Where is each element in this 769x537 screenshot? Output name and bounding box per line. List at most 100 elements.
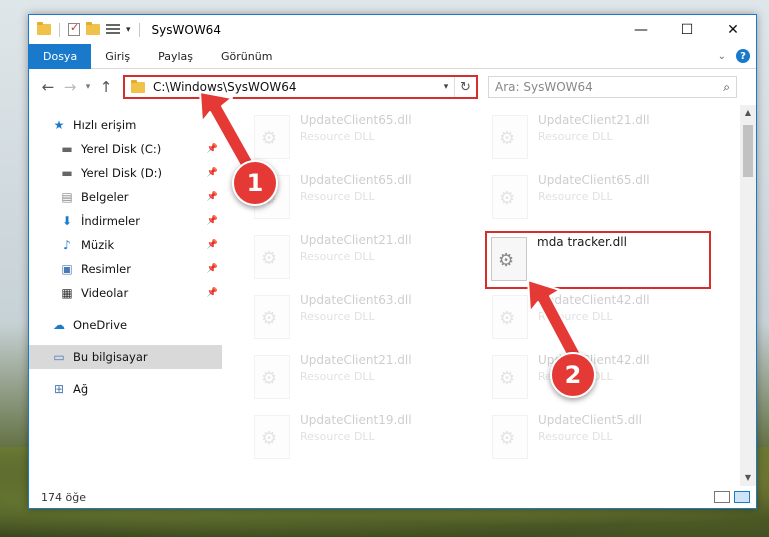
file-type: Resource DLL — [300, 370, 375, 383]
up-button[interactable]: ↑ — [95, 78, 117, 96]
large-icons-view-icon[interactable] — [734, 491, 750, 503]
sidebar-item-this-pc[interactable]: ▭ Bu bilgisayar — [29, 345, 222, 369]
back-button[interactable]: ← — [37, 78, 59, 96]
file-item[interactable]: UpdateClient65.dll Resource DLL — [250, 171, 470, 223]
file-item[interactable]: UpdateClient19.dll Resource DLL — [250, 411, 470, 463]
file-type: Resource DLL — [300, 190, 375, 203]
pin-icon[interactable]: 📌 — [207, 192, 218, 202]
sidebar-item-music[interactable]: ♪ Müzik 📌 — [29, 233, 222, 257]
chevron-down-icon[interactable]: ▾ — [438, 82, 454, 92]
chevron-down-icon[interactable]: ▾ — [126, 25, 131, 35]
file-name: UpdateClient19.dll — [300, 413, 412, 427]
help-icon[interactable]: ? — [736, 49, 750, 63]
dll-file-icon — [254, 415, 290, 459]
tab-file[interactable]: Dosya — [29, 43, 92, 69]
dll-file-icon — [492, 355, 528, 399]
drive-icon: ▬ — [61, 142, 73, 156]
properties-check-icon[interactable] — [68, 21, 80, 36]
new-folder-icon[interactable] — [86, 22, 100, 35]
scroll-up-icon[interactable]: ▲ — [740, 105, 756, 121]
file-item[interactable]: UpdateClient21.dll Resource DLL — [250, 231, 470, 283]
close-button[interactable]: ✕ — [710, 15, 756, 44]
pin-icon[interactable]: 📌 — [207, 144, 218, 154]
folder-icon — [37, 22, 51, 35]
file-item-highlighted[interactable]: mda tracker.dll — [485, 231, 711, 289]
navigation-pane: ★ Hızlı erişim ▬ Yerel Disk (C:) 📌 ▬ Yer… — [29, 105, 222, 486]
refresh-button[interactable]: ↻ — [454, 77, 476, 97]
file-type: Resource DLL — [300, 250, 375, 263]
scrollbar-thumb[interactable] — [743, 125, 753, 177]
cloud-icon: ☁ — [53, 318, 65, 332]
sidebar-item-local-disk-d[interactable]: ▬ Yerel Disk (D:) 📌 — [29, 161, 222, 185]
customize-icon[interactable] — [106, 23, 120, 36]
search-input[interactable]: Ara: SysWOW64 ⌕ — [488, 76, 737, 98]
step-marker-2: 2 — [550, 352, 596, 398]
file-item[interactable]: UpdateClient21.dll Resource DLL — [250, 351, 470, 403]
tab-view[interactable]: Görünüm — [207, 44, 286, 69]
file-type: Resource DLL — [538, 430, 613, 443]
address-path[interactable]: C:\Windows\SysWOW64 — [153, 80, 438, 94]
forward-button[interactable]: → — [59, 78, 81, 96]
dll-file-icon — [254, 235, 290, 279]
sidebar-item-quick-access[interactable]: ★ Hızlı erişim — [29, 113, 222, 137]
file-name: UpdateClient65.dll — [300, 113, 412, 127]
file-name: mda tracker.dll — [537, 235, 627, 249]
pin-icon[interactable]: 📌 — [207, 168, 218, 178]
sidebar-item-local-disk-c[interactable]: ▬ Yerel Disk (C:) 📌 — [29, 137, 222, 161]
file-name: UpdateClient63.dll — [300, 293, 412, 307]
sidebar-item-videos[interactable]: ▦ Videolar 📌 — [29, 281, 222, 305]
sidebar-item-label: Müzik — [81, 238, 115, 252]
file-item[interactable]: UpdateClient42.dllResource DLL — [488, 351, 708, 403]
star-icon: ★ — [53, 118, 65, 132]
dll-file-icon — [492, 295, 528, 339]
minimize-button[interactable]: — — [618, 15, 664, 44]
quick-access-toolbar: ▾ — [29, 21, 142, 37]
file-name: UpdateClient65.dll — [538, 173, 650, 187]
file-type: Resource DLL — [538, 130, 613, 143]
expand-ribbon-icon[interactable]: ⌄ — [718, 51, 726, 62]
status-bar: 174 öğe — [29, 486, 756, 508]
file-type: Resource DLL — [300, 310, 375, 323]
pin-icon[interactable]: 📌 — [207, 240, 218, 250]
address-bar[interactable]: C:\Windows\SysWOW64 ▾ ↻ — [123, 75, 478, 99]
file-item[interactable]: UpdateClient5.dll Resource DLL — [488, 411, 708, 463]
tab-home[interactable]: Giriş — [91, 44, 144, 69]
dll-file-icon — [492, 175, 528, 219]
dll-file-icon — [254, 115, 290, 159]
file-item[interactable]: UpdateClient65.dll Resource DLL — [250, 111, 470, 163]
step-marker-1: 1 — [232, 160, 278, 206]
file-item[interactable]: UpdateClient65.dll Resource DLL — [488, 171, 708, 223]
file-name: UpdateClient21.dll — [300, 353, 412, 367]
tab-share[interactable]: Paylaş — [144, 44, 207, 69]
explorer-window: ▾ SysWOW64 — ☐ ✕ Dosya Giriş Paylaş Görü… — [28, 14, 757, 509]
scroll-down-icon[interactable]: ▼ — [740, 470, 756, 486]
file-name: UpdateClient21.dll — [300, 233, 412, 247]
pin-icon[interactable]: 📌 — [207, 288, 218, 298]
details-view-icon[interactable] — [714, 491, 730, 503]
vertical-scrollbar[interactable]: ▲ ▼ — [740, 105, 756, 486]
file-item[interactable]: UpdateClient42.dllResource DLL — [488, 291, 708, 343]
pin-icon[interactable]: 📌 — [207, 264, 218, 274]
sidebar-item-documents[interactable]: ▤ Belgeler 📌 — [29, 185, 222, 209]
sidebar-item-network[interactable]: ⊞ Ağ — [29, 377, 222, 401]
file-name: UpdateClient21.dll — [538, 113, 650, 127]
computer-icon: ▭ — [53, 350, 65, 364]
maximize-button[interactable]: ☐ — [664, 15, 710, 44]
sidebar-item-label: Yerel Disk (C:) — [81, 142, 162, 156]
file-type: Resource DLL — [300, 430, 375, 443]
file-name: UpdateClient65.dll — [300, 173, 412, 187]
file-item[interactable]: UpdateClient21.dll Resource DLL — [488, 111, 708, 163]
pin-icon[interactable]: 📌 — [207, 216, 218, 226]
file-item[interactable]: UpdateClient63.dll Resource DLL — [250, 291, 470, 343]
divider — [59, 22, 60, 37]
file-type: Resource DLL — [300, 130, 375, 143]
recent-locations-button[interactable]: ▾ — [81, 82, 95, 92]
file-type: Resource DLL — [538, 310, 613, 323]
sidebar-item-pictures[interactable]: ▣ Resimler 📌 — [29, 257, 222, 281]
file-list: UpdateClient65.dll Resource DLL UpdateCli… — [222, 105, 756, 486]
dll-file-icon — [491, 237, 527, 281]
sidebar-item-downloads[interactable]: ⬇ İndirmeler 📌 — [29, 209, 222, 233]
dll-file-icon — [254, 355, 290, 399]
sidebar-item-onedrive[interactable]: ☁ OneDrive — [29, 313, 222, 337]
search-icon: ⌕ — [723, 79, 730, 94]
